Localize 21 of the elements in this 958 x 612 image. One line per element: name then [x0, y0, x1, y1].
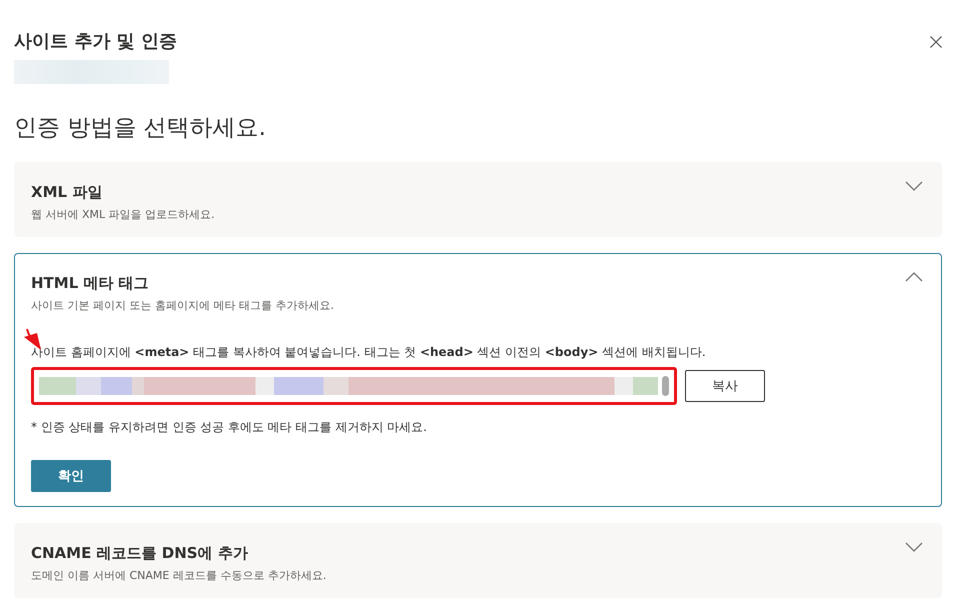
- scrollbar-thumb[interactable]: [662, 376, 669, 396]
- copy-button[interactable]: 복사: [685, 370, 765, 402]
- accordion-item[interactable]: CNAME 레코드를 DNS에 추가 도메인 이름 서버에 CNAME 레코드를 수동으로 추가하세요.: [14, 523, 942, 598]
- instruction-text: 사이트 홈페이지에 <meta> 태그를 복사하여 붙여넣습니다. 태그는 첫 <head> 섹션 이전의 <body> 섹션에 배치됩니다.: [31, 344, 707, 361]
- confirm-button[interactable]: 확인: [31, 460, 111, 492]
- chevron-down-icon[interactable]: [905, 542, 923, 552]
- close-icon[interactable]: [930, 36, 942, 48]
- accordion-title: HTML 메타 태그: [31, 273, 150, 294]
- accordion-subtitle: 도메인 이름 서버에 CNAME 레코드를 수동으로 추가하세요.: [31, 568, 326, 583]
- accordion-item[interactable]: XML 파일 웹 서버에 XML 파일을 업로드하세요.: [14, 162, 942, 237]
- accordion-item[interactable]: HTML 메타 태그 사이트 기본 페이지 또는 홈페이지에 메타 태그를 추가하세요. 사이트 홈페이지에 <meta> 태그를 복사하여 붙여넣습니다. 태그는 첫 <head> 섹션 이전의 <body> 섹션에 배치됩니다. 복사 * 인증 상태를 유지하려면 인증 성공 후에도 메타 태그를 제거하지 마세요. 확인: [14, 253, 942, 507]
- note-text: * 인증 상태를 유지하려면 인증 성공 후에도 메타 태그를 제거하지 마세요.: [31, 419, 428, 436]
- accordion-subtitle: 사이트 기본 페이지 또는 홈페이지에 메타 태그를 추가하세요.: [31, 298, 334, 313]
- chevron-up-icon[interactable]: [905, 272, 923, 282]
- accordion-title: CNAME 레코드를 DNS에 추가: [31, 543, 249, 564]
- dialog-title: 사이트 추가 및 인증: [14, 30, 177, 54]
- chevron-down-icon[interactable]: [905, 181, 923, 191]
- accordion-title: XML 파일: [31, 182, 104, 203]
- accordion-subtitle: 웹 서버에 XML 파일을 업로드하세요.: [31, 207, 215, 222]
- meta-tag-field[interactable]: [31, 367, 677, 405]
- section-heading: 인증 방법을 선택하세요.: [14, 114, 267, 143]
